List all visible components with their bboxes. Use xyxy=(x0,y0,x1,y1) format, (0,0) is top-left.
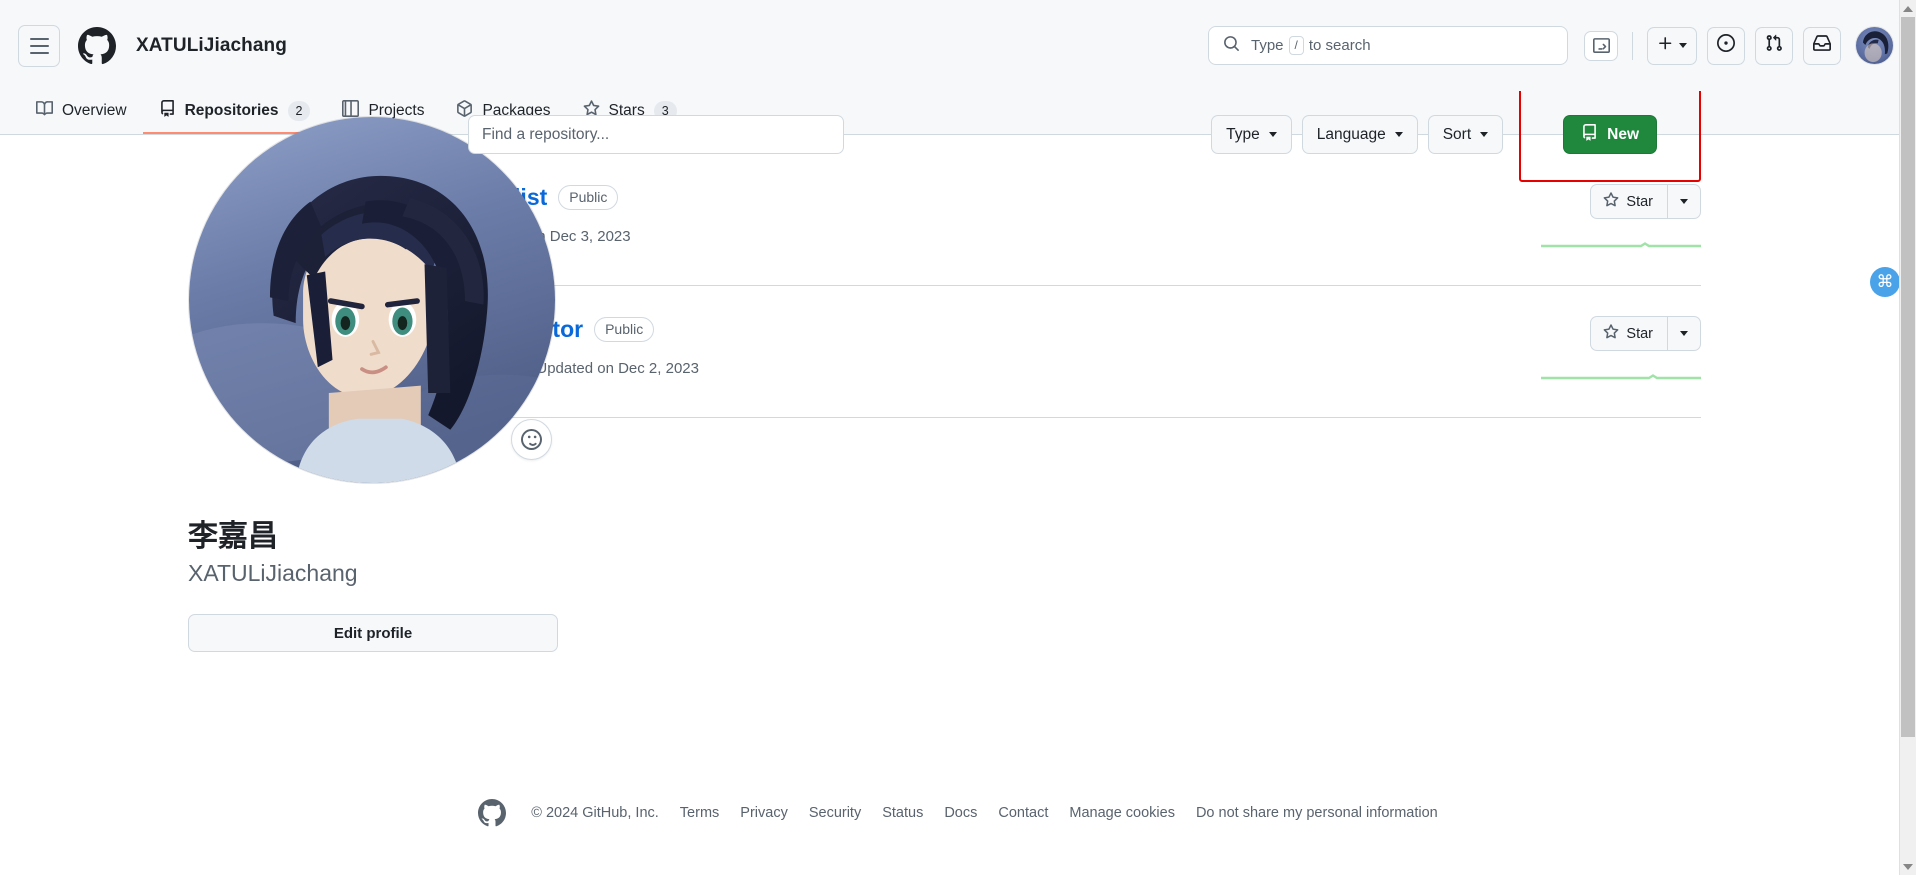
new-repository-button[interactable]: New xyxy=(1563,115,1658,154)
language-filter-dropdown[interactable]: Language xyxy=(1301,115,1418,154)
type-filter-label: Type xyxy=(1226,125,1260,143)
hamburger-line xyxy=(29,51,49,54)
global-search-input[interactable]: Type / to search xyxy=(1208,26,1568,65)
status-smiley-icon[interactable] xyxy=(511,419,552,460)
profile-username: XATULiJiachang xyxy=(188,559,358,586)
create-new-button[interactable] xyxy=(1647,26,1697,65)
star-button-group: Star xyxy=(1590,316,1701,351)
git-pull-request-icon xyxy=(1765,34,1783,57)
repository-title-line: my_list Public xyxy=(468,184,1411,212)
footer-link-privacy[interactable]: Privacy xyxy=(740,805,788,821)
star-icon xyxy=(1603,323,1619,344)
repository-row: my_list Public Updated on Dec 3, 2023 xyxy=(468,178,1701,286)
page-footer: © 2024 GitHub, Inc. Terms Privacy Securi… xyxy=(0,799,1916,827)
inbox-icon xyxy=(1813,34,1831,57)
activity-sparkline xyxy=(1541,369,1701,388)
footer-copyright: © 2024 GitHub, Inc. xyxy=(531,805,659,821)
profile-content: 李嘉昌 XATULiJiachang Edit profile Find a r… xyxy=(0,87,1916,653)
command-key-icon[interactable]: ⌘ xyxy=(1870,267,1900,297)
slash-key-badge: / xyxy=(1288,36,1304,55)
search-text-post: to search xyxy=(1308,37,1371,54)
footer-link-manage-cookies[interactable]: Manage cookies xyxy=(1069,805,1175,821)
find-repository-input[interactable]: Find a repository... xyxy=(468,115,844,154)
issues-button[interactable] xyxy=(1707,26,1745,65)
chevron-down-icon xyxy=(1268,132,1277,137)
hamburger-menu-icon[interactable] xyxy=(18,24,60,67)
issue-opened-icon xyxy=(1717,34,1735,57)
user-avatar[interactable] xyxy=(1855,26,1894,65)
new-repository-label: New xyxy=(1607,125,1640,143)
repositories-panel: Find a repository... Type Language Sort xyxy=(468,87,1916,652)
visibility-badge: Public xyxy=(594,317,655,343)
repository-info: my_list Public Updated on Dec 3, 2023 xyxy=(468,184,1411,245)
search-placeholder: Type / to search xyxy=(1251,36,1559,55)
repository-filter-bar: Find a repository... Type Language Sort xyxy=(468,87,1702,182)
profile-full-name: 李嘉昌 xyxy=(188,519,278,554)
command-glyph: ⌘ xyxy=(1876,272,1894,291)
chevron-down-icon xyxy=(1680,331,1688,336)
page-scrollbar[interactable] xyxy=(1899,0,1916,875)
search-icon xyxy=(1223,35,1240,57)
chevron-down-icon xyxy=(1680,199,1688,204)
star-label: Star xyxy=(1626,193,1653,210)
footer-links-container: © 2024 GitHub, Inc. Terms Privacy Securi… xyxy=(478,799,1438,827)
repository-meta: C++ Updated on Dec 2, 2023 xyxy=(468,360,1411,377)
owner-name-link[interactable]: XATULiJiachang xyxy=(136,35,287,57)
hamburger-line xyxy=(29,37,49,40)
repo-icon xyxy=(1581,123,1598,146)
star-button[interactable]: Star xyxy=(1590,316,1667,351)
pull-requests-button[interactable] xyxy=(1755,26,1793,65)
type-filter-dropdown[interactable]: Type xyxy=(1211,115,1292,154)
scroll-up-arrow[interactable] xyxy=(1900,0,1916,17)
activity-sparkline xyxy=(1541,237,1701,256)
star-button-group: Star xyxy=(1590,184,1701,219)
footer-link-terms[interactable]: Terms xyxy=(680,805,719,821)
header-divider xyxy=(1632,31,1633,60)
chevron-down-icon xyxy=(1679,43,1687,48)
footer-link-status[interactable]: Status xyxy=(882,805,923,821)
repository-updated: Updated on Dec 2, 2023 xyxy=(536,359,699,377)
avatar-container xyxy=(188,116,556,484)
new-repo-highlight-box: New xyxy=(1519,87,1702,182)
github-mark-icon xyxy=(478,799,507,827)
footer-link-docs[interactable]: Docs xyxy=(944,805,977,821)
language-filter-label: Language xyxy=(1316,125,1386,143)
profile-avatar[interactable] xyxy=(188,116,556,484)
star-icon xyxy=(1603,191,1619,212)
star-dropdown-button[interactable] xyxy=(1667,316,1701,351)
global-header: XATULiJiachang Type / to search xyxy=(0,0,1916,91)
star-label: Star xyxy=(1626,325,1653,342)
search-text-pre: Type xyxy=(1251,37,1284,54)
sort-filter-label: Sort xyxy=(1442,125,1472,143)
star-dropdown-button[interactable] xyxy=(1667,184,1701,219)
plus-icon xyxy=(1657,35,1674,57)
github-logo-icon[interactable] xyxy=(78,26,116,65)
chevron-down-icon xyxy=(1394,132,1403,137)
chevron-down-icon xyxy=(1480,132,1489,137)
scrollbar-thumb[interactable] xyxy=(1901,17,1915,737)
header-actions: Type / to search xyxy=(1208,26,1894,65)
repository-actions: Star xyxy=(1411,184,1701,256)
visibility-badge: Public xyxy=(558,185,619,211)
github-profile-page: XATULiJiachang Type / to search Overview… xyxy=(0,0,1916,875)
star-button[interactable]: Star xyxy=(1590,184,1667,219)
repository-actions: Star xyxy=(1411,316,1701,388)
repository-info: my_vector Public C++ Updated on Dec 2, 2… xyxy=(468,316,1411,377)
repository-title-line: my_vector Public xyxy=(468,316,1411,344)
repository-row: my_vector Public C++ Updated on Dec 2, 2… xyxy=(468,286,1701,418)
command-palette-icon[interactable] xyxy=(1584,30,1618,61)
notifications-inbox-button[interactable] xyxy=(1803,26,1841,65)
repository-meta: Updated on Dec 3, 2023 xyxy=(468,228,1411,245)
repository-list: my_list Public Updated on Dec 3, 2023 xyxy=(468,178,1701,418)
hamburger-line xyxy=(29,44,49,47)
sort-filter-dropdown[interactable]: Sort xyxy=(1427,115,1504,154)
footer-link-do-not-share[interactable]: Do not share my personal information xyxy=(1196,805,1438,821)
footer-link-security[interactable]: Security xyxy=(809,805,861,821)
profile-sidebar: 李嘉昌 XATULiJiachang Edit profile xyxy=(0,91,558,653)
scroll-down-arrow[interactable] xyxy=(1900,858,1916,875)
footer-link-contact[interactable]: Contact xyxy=(998,805,1048,821)
